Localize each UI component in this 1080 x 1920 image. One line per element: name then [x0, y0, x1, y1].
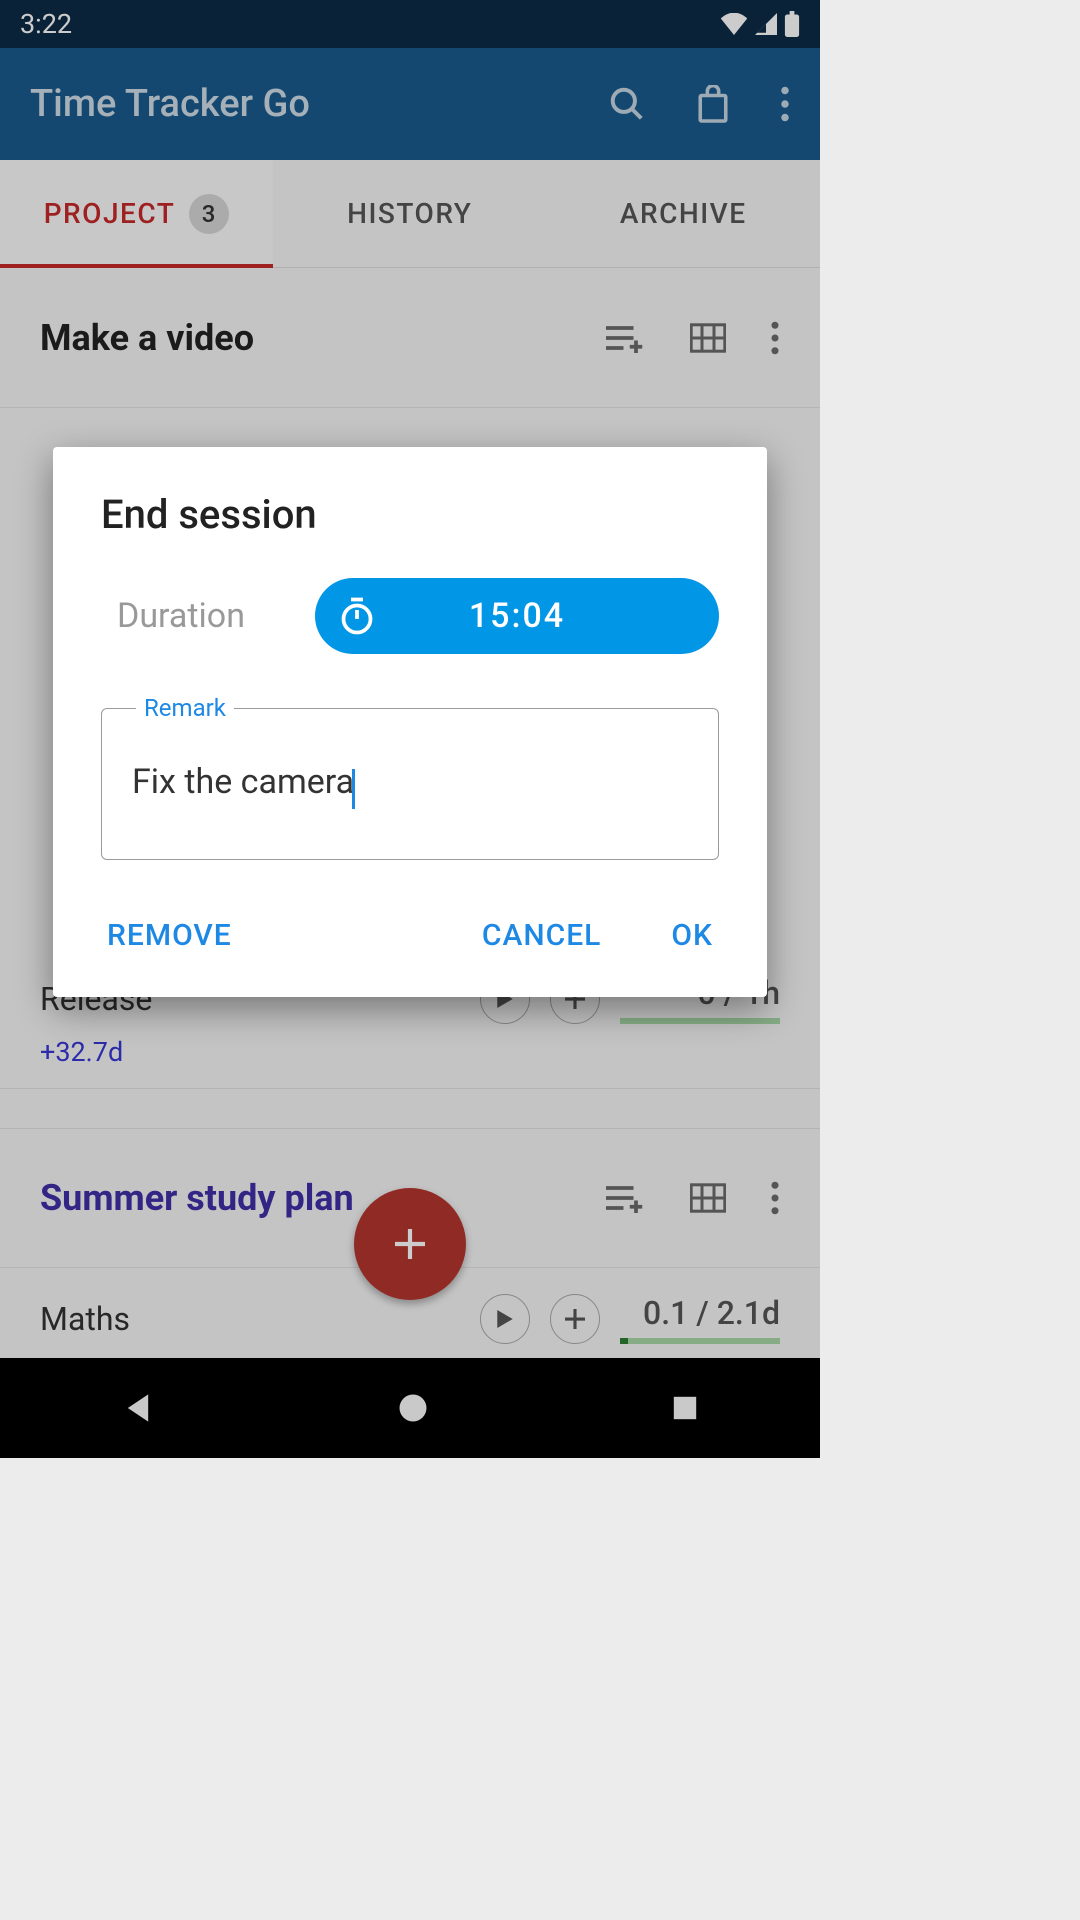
remark-label: Remark [136, 694, 234, 722]
cancel-button[interactable]: CANCEL [472, 904, 612, 967]
duration-chip[interactable]: 15:04 [315, 578, 719, 654]
nav-home-icon[interactable] [398, 1393, 428, 1423]
navigation-bar [0, 1358, 820, 1458]
end-session-dialog: End session Duration 15:04 Remark Fix th… [53, 447, 767, 997]
stopwatch-icon [339, 596, 375, 636]
remark-input[interactable]: Fix the camera [132, 762, 354, 802]
ok-button[interactable]: OK [661, 904, 723, 967]
nav-recent-icon[interactable] [671, 1394, 699, 1422]
duration-value: 15:04 [469, 596, 565, 636]
text-cursor [352, 769, 355, 809]
dialog-actions: REMOVE CANCEL OK [53, 890, 767, 977]
duration-label: Duration [117, 596, 245, 636]
duration-row: Duration 15:04 [53, 578, 767, 694]
remove-button[interactable]: REMOVE [97, 904, 242, 967]
nav-back-icon[interactable] [121, 1391, 155, 1425]
dialog-title: End session [53, 491, 767, 578]
remark-field[interactable]: Remark Fix the camera [101, 694, 719, 860]
